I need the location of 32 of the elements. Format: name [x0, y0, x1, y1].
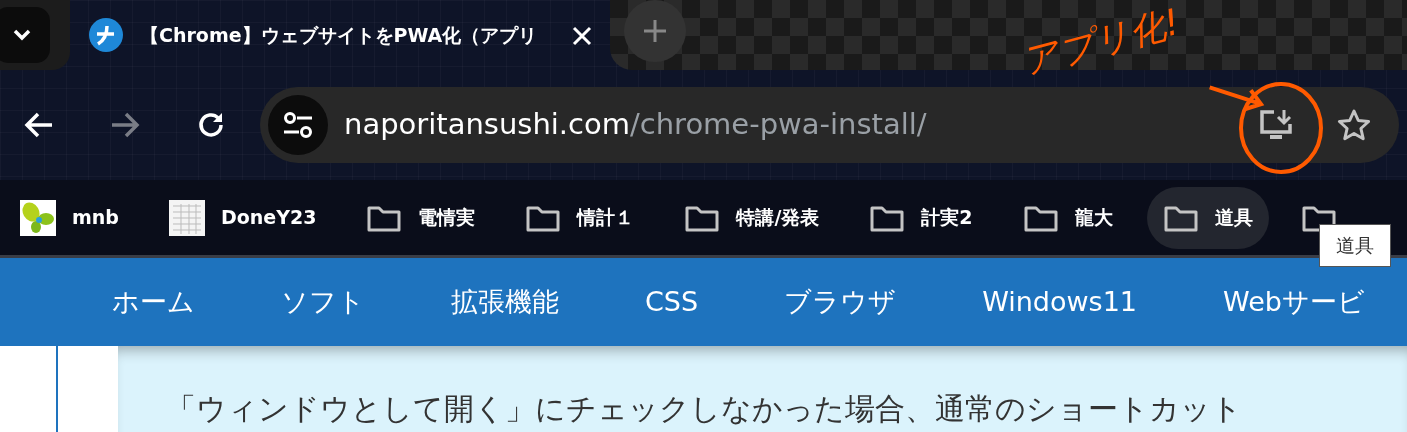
plus-icon: [643, 19, 667, 43]
nav-link[interactable]: ソフト: [281, 281, 365, 323]
nav-link[interactable]: ホーム: [112, 281, 195, 323]
chevron-down-icon: [12, 29, 32, 41]
bookmark-item[interactable]: mnb: [4, 186, 135, 249]
tooltip: 道具: [1319, 224, 1391, 267]
bookmark-item[interactable]: 計実2: [853, 186, 989, 249]
bookmark-item[interactable]: 道具: [1146, 186, 1269, 249]
nav-link[interactable]: Windows11: [982, 281, 1138, 323]
nav-link[interactable]: CSS: [645, 281, 699, 323]
site-info-button[interactable]: [268, 95, 328, 155]
bookmark-item[interactable]: 龍大: [1006, 186, 1129, 249]
bookmark-item[interactable]: 電情実: [350, 186, 492, 249]
leaf-logo-icon: [20, 199, 56, 236]
nav-link[interactable]: 拡張機能: [451, 281, 559, 323]
bookmark-item[interactable]: DoneY23: [152, 186, 333, 249]
bookmark-item[interactable]: 情計１: [509, 186, 651, 249]
site-favicon: [88, 17, 124, 53]
spreadsheet-thumbnail-icon: [168, 199, 205, 236]
sliders-icon: [282, 111, 314, 139]
handwritten-note: アプリ化!: [1018, 3, 1184, 81]
nav-link[interactable]: ブラウザ: [784, 281, 897, 323]
bookmark-item[interactable]: 特講/発表: [668, 186, 836, 249]
back-arrow-icon: [24, 111, 54, 139]
url-text: naporitansushi.com/chrome-pwa-install/: [344, 106, 927, 144]
tab-title: 【Chrome】ウェブサイトをPWA化（アプリ: [140, 22, 539, 48]
browser-tab[interactable]: 【Chrome】ウェブサイトをPWA化（アプリ: [70, 0, 610, 70]
body-text: 「ウィンドウとして開く」にチェックしなかった場合、通常のショートカット: [166, 390, 1243, 428]
forward-arrow-icon: [110, 111, 140, 139]
tab-search-button[interactable]: [0, 7, 50, 63]
nav-link[interactable]: Webサービ: [1223, 281, 1365, 323]
address-bar[interactable]: naporitansushi.com/chrome-pwa-install/: [260, 87, 1399, 163]
